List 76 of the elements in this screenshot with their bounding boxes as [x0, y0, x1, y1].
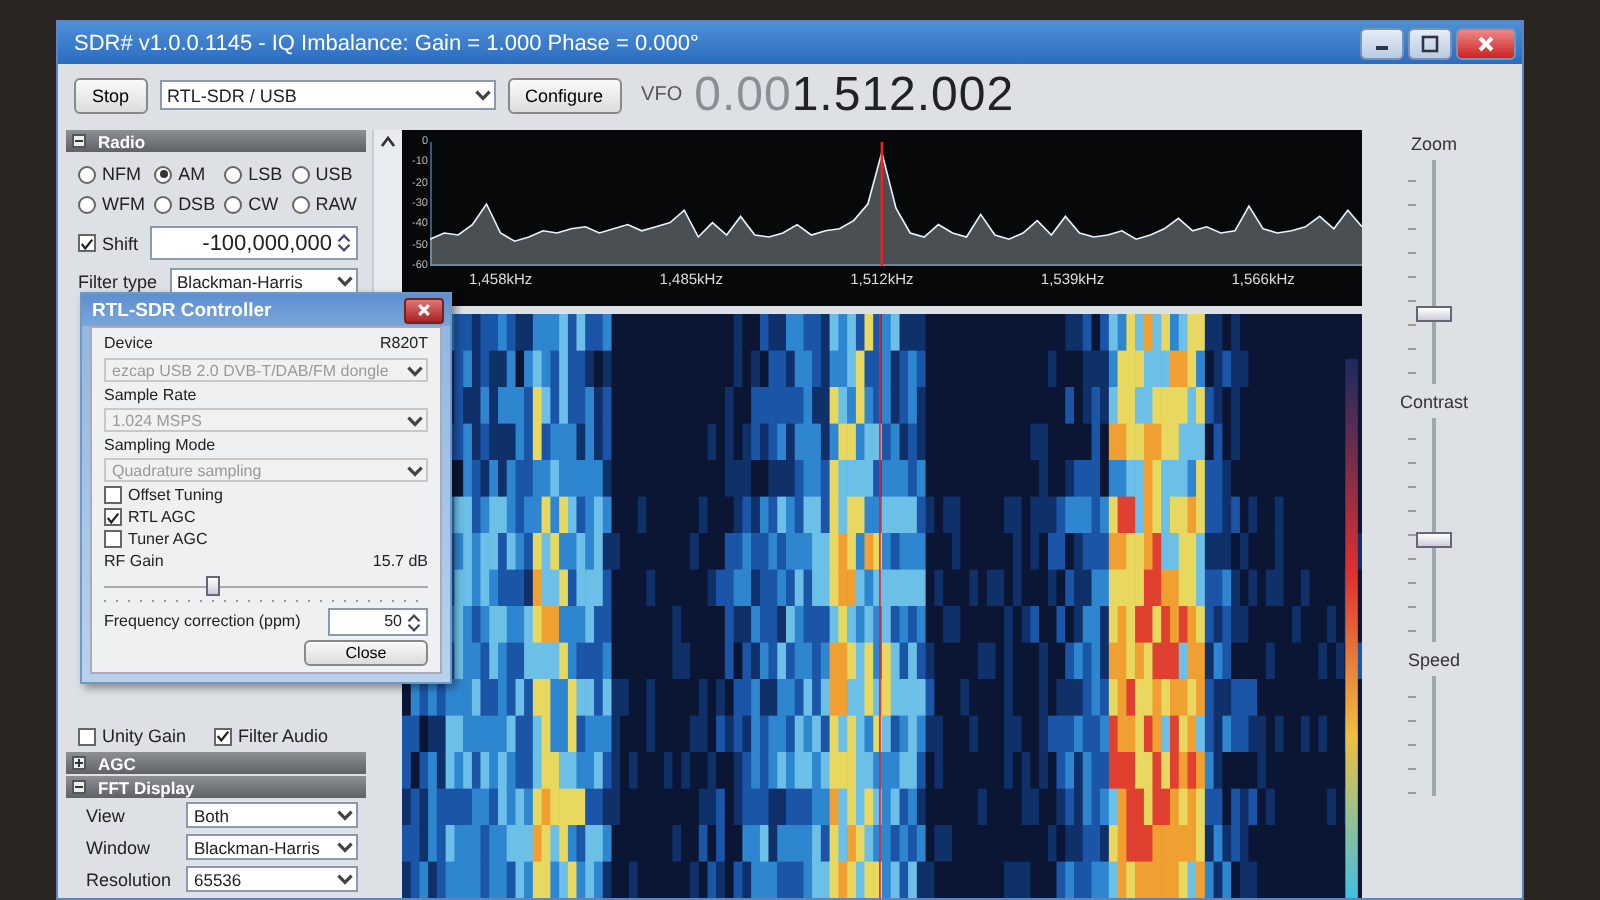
mode-radio[interactable]: WFM: [78, 194, 147, 214]
check-icon: [80, 235, 94, 251]
close-icon: [416, 302, 432, 318]
option-checkbox[interactable]: Tuner AGC: [104, 530, 428, 548]
close-dialog-button[interactable]: Close: [304, 640, 428, 666]
slider-label: Speed: [1407, 650, 1461, 670]
mode-radio[interactable]: LSB: [224, 164, 284, 184]
checkbox[interactable]: [104, 508, 122, 526]
source-dropdown[interactable]: RTL-SDR / USB: [159, 80, 496, 110]
radio-button[interactable]: [291, 195, 310, 213]
mode-radio[interactable]: CW: [224, 194, 284, 214]
mode-radio[interactable]: AM: [154, 164, 217, 184]
mode-radio[interactable]: RAW: [291, 194, 358, 214]
close-button[interactable]: [1456, 27, 1516, 59]
check-icon: [216, 728, 231, 744]
mode-radio[interactable]: NFM: [78, 164, 147, 184]
checkbox[interactable]: [214, 727, 233, 745]
filter-type-dropdown[interactable]: Blackman-Harris: [169, 268, 358, 294]
setting-dropdown[interactable]: 65536: [186, 866, 358, 892]
radio-button[interactable]: [78, 195, 96, 213]
tuning-line[interactable]: [880, 142, 884, 266]
audio-option[interactable]: Unity Gain: [78, 726, 187, 746]
radio-button[interactable]: [291, 165, 310, 183]
setting-label: Resolution: [86, 869, 174, 889]
sample-rate-label: Sample Rate: [104, 386, 199, 404]
slider-label: Contrast: [1399, 392, 1468, 412]
setting-dropdown[interactable]: Both: [186, 802, 358, 828]
filter-type-label: Filter type: [78, 271, 158, 291]
close-icon: [1476, 33, 1496, 53]
maximize-button[interactable]: [1408, 27, 1452, 59]
checkbox[interactable]: [104, 486, 122, 504]
radio-button[interactable]: [78, 165, 96, 183]
minimize-icon: [1376, 46, 1388, 50]
minimize-button[interactable]: [1360, 27, 1404, 59]
section-header[interactable]: AGC: [66, 752, 366, 774]
radio-button[interactable]: [154, 195, 173, 213]
radio-button[interactable]: [224, 195, 243, 213]
mode-radio[interactable]: USB: [291, 164, 358, 184]
radio-button[interactable]: [224, 165, 243, 183]
setting-dropdown[interactable]: Blackman-Harris: [186, 834, 358, 860]
shift-checkbox[interactable]: Shift: [78, 233, 139, 253]
setting-label: Window: [86, 837, 153, 857]
checkbox[interactable]: [78, 727, 96, 745]
checkbox[interactable]: [104, 530, 122, 548]
slider-thumb[interactable]: [1416, 532, 1452, 549]
radio-button[interactable]: [154, 165, 173, 183]
spinner-icon[interactable]: [406, 611, 422, 633]
rf-gain-value: 15.7 dB: [372, 552, 428, 572]
dialog-title: RTL-SDR Controller: [92, 299, 272, 321]
audio-option[interactable]: Filter Audio: [214, 726, 329, 746]
section-header[interactable]: Radio: [66, 130, 366, 152]
device-label: Device: [104, 334, 153, 354]
vfo-label: VFO: [641, 84, 683, 106]
window-title: SDR# v1.0.0.1145 - IQ Imbalance: Gain = 1.000 Phase = 0.000°: [74, 31, 701, 55]
checkbox[interactable]: [78, 234, 96, 252]
mode-radio[interactable]: DSB: [154, 194, 217, 214]
vfo-frequency: 0.001.512.002: [694, 67, 1015, 123]
slider-thumb[interactable]: [1416, 305, 1452, 322]
maximize-icon: [1420, 33, 1440, 53]
section-header[interactable]: FFT Display: [66, 776, 366, 798]
configure-button[interactable]: Configure: [507, 77, 622, 113]
stop-button[interactable]: Stop: [74, 77, 148, 113]
frequency-correction-label: Frequency correction (ppm): [104, 612, 301, 632]
spinner-icon[interactable]: [336, 232, 352, 254]
tuner-label: R820T: [379, 334, 428, 354]
slider-label: Zoom: [1410, 134, 1457, 154]
setting-label: View: [86, 805, 127, 825]
check-icon: [106, 509, 120, 525]
option-checkbox[interactable]: RTL AGC: [104, 508, 428, 526]
rf-gain-label: RF Gain: [104, 552, 164, 572]
frequency-correction-field[interactable]: 50: [328, 608, 428, 636]
close-button[interactable]: [404, 297, 444, 323]
slider-thumb[interactable]: [205, 576, 219, 596]
sampling-mode-label: Sampling Mode: [104, 436, 218, 454]
shift-field[interactable]: -100,000,000: [150, 226, 358, 260]
option-checkbox[interactable]: Offset Tuning: [104, 486, 428, 504]
